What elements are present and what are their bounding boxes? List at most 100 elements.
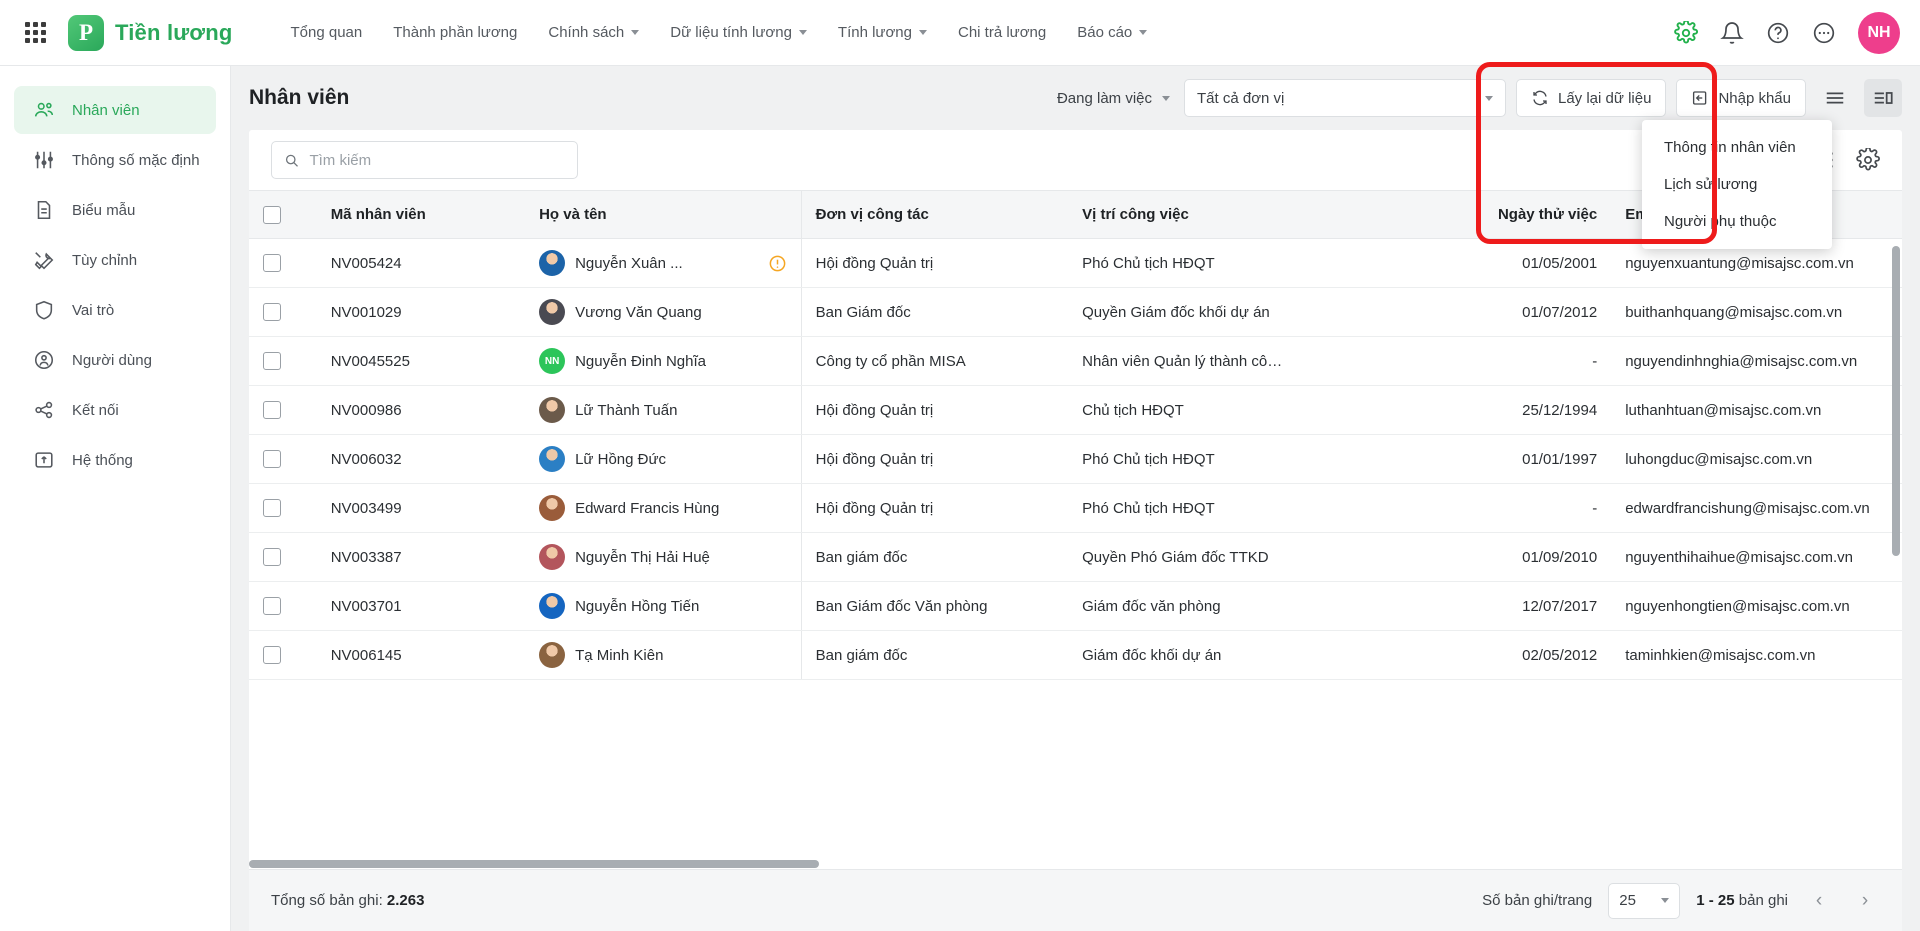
row-select-cell <box>249 287 317 337</box>
share-icon <box>32 398 56 422</box>
menu-item-lich-su-luong[interactable]: Lịch sử lương <box>1642 166 1832 203</box>
cell-unit: Hội đồng Quản trị <box>800 483 1069 533</box>
per-page-value: 25 <box>1619 892 1636 909</box>
cell-email: nguyendinhnghia@misajsc.com.vn <box>1611 336 1902 386</box>
help-icon[interactable] <box>1766 21 1790 45</box>
settings-icon[interactable] <box>1674 20 1698 45</box>
sidebar-item-label: Tùy chỉnh <box>72 251 138 269</box>
nav-item-chinh-sach[interactable]: Chính sách <box>534 16 653 49</box>
split-view-button[interactable] <box>1864 79 1902 117</box>
sidebar-item-nhan-vien[interactable]: Nhân viên <box>14 86 216 134</box>
menu-item-nguoi-phu-thuoc[interactable]: Người phụ thuộc <box>1642 203 1832 240</box>
table-settings-icon[interactable] <box>1856 148 1880 172</box>
sidebar-item-label: Vai trò <box>72 301 115 319</box>
table-row[interactable]: NV000986 Lữ Thành Tuấn Hội đồng Quản trị Ch… <box>249 385 1902 435</box>
main-content: Nhân viên Đang làm việc Tất cả đơn vị Lấ… <box>231 62 1920 931</box>
table-row[interactable]: NV006032 Lữ Hồng Đức Hội đồng Quản trị Phó … <box>249 434 1902 484</box>
unit-filter-select[interactable]: Tất cả đơn vị <box>1184 79 1506 117</box>
row-checkbox[interactable] <box>263 303 281 321</box>
row-checkbox[interactable] <box>263 548 281 566</box>
row-checkbox[interactable] <box>263 254 281 272</box>
record-range-value: 1 - 25 <box>1696 892 1735 909</box>
row-checkbox[interactable] <box>263 597 281 615</box>
table-row[interactable]: NV003701 Nguyễn Hồng Tiến Ban Giám đốc Văn… <box>249 581 1902 631</box>
total-records-value: 2.263 <box>386 892 425 909</box>
table-row[interactable]: NV003387 Nguyễn Thị Hải Huệ Ban giám đốc Qu… <box>249 532 1902 582</box>
menu-item-thong-tin-nhan-vien[interactable]: Thông tin nhân viên <box>1642 129 1832 166</box>
cell-unit: Hội đồng Quản trị <box>800 238 1069 288</box>
avatar <box>539 544 566 570</box>
per-page-select[interactable]: 25 <box>1608 882 1681 919</box>
nav-item-tinh-luong[interactable]: Tính lương <box>824 16 941 49</box>
split-view-icon <box>1874 92 1893 104</box>
app-grid-icon[interactable] <box>18 16 52 50</box>
cell-employee-name: Tạ Minh Kiên <box>525 630 802 680</box>
table-row[interactable]: NV001029 Vương Văn Quang Ban Giám đốc Quyền… <box>249 287 1902 337</box>
sidebar-item-bieu-mau[interactable]: Biểu mẫu <box>14 186 216 234</box>
vertical-scrollbar[interactable] <box>1892 246 1900 556</box>
shield-icon <box>32 298 56 322</box>
table-row[interactable]: NV006145 Tạ Minh Kiên Ban giám đốc Giám đốc… <box>249 630 1902 680</box>
cell-unit: Công ty cổ phần MISA <box>800 336 1069 386</box>
column-header-position[interactable]: Vị trí công việc <box>1068 190 1410 239</box>
status-filter-dropdown[interactable]: Đang làm việc <box>1053 84 1174 113</box>
cell-employee-name: Nguyễn Thị Hải Huệ <box>525 532 802 582</box>
nav-item-chi-tra-luong[interactable]: Chi trả lương <box>944 16 1060 49</box>
search-input[interactable] <box>309 151 565 169</box>
table-row[interactable]: NV0045525 NN Nguyễn Đinh Nghĩa Công ty cổ p… <box>249 336 1902 386</box>
employee-name-text: Lữ Thành Tuấn <box>575 401 678 419</box>
cell-employee-code: NV001029 <box>316 287 526 337</box>
avatar <box>539 299 566 325</box>
cell-employee-code: NV000986 <box>316 385 526 435</box>
brand-name: Tiền lương <box>115 19 233 45</box>
sidebar-item-he-thong[interactable]: Hệ thống <box>14 436 216 484</box>
warning-icon[interactable] <box>768 254 787 273</box>
row-checkbox[interactable] <box>263 646 281 664</box>
refresh-data-button[interactable]: Lấy lại dữ liệu <box>1516 79 1667 117</box>
next-page-button[interactable]: › <box>1850 886 1880 916</box>
chevron-down-icon <box>1661 898 1670 903</box>
cell-trial-date: 25/12/1994 <box>1409 385 1612 435</box>
row-checkbox[interactable] <box>263 450 281 468</box>
sidebar-item-thong-so-mac-dinh[interactable]: Thông số mặc định <box>14 136 216 184</box>
column-header-trial-date[interactable]: Ngày thử việc <box>1409 190 1612 239</box>
row-checkbox[interactable] <box>263 352 281 370</box>
brand-logo-link[interactable]: P Tiền lương <box>68 14 233 51</box>
table-scroll-area[interactable]: Mã nhân viên Họ và tên Đơn vị công tác V… <box>249 190 1902 869</box>
user-avatar[interactable]: NH <box>1858 11 1900 54</box>
bell-icon[interactable] <box>1720 21 1744 45</box>
sidebar-item-vai-tro[interactable]: Vai trò <box>14 286 216 334</box>
column-header-unit[interactable]: Đơn vị công tác <box>800 190 1069 239</box>
employee-name-text: Nguyễn Thị Hải Huệ <box>575 548 710 566</box>
nav-item-tong-quan[interactable]: Tổng quan <box>277 16 377 49</box>
table-row[interactable]: NV003499 Edward Francis Hùng Hội đồng Quản… <box>249 483 1902 533</box>
avatar: NN <box>539 348 566 374</box>
horizontal-scrollbar[interactable] <box>249 860 819 868</box>
cell-email: nguyenthihaihue@misajsc.com.vn <box>1611 532 1902 582</box>
cell-employee-code: NV005424 <box>316 238 526 288</box>
nav-label: Báo cáo <box>1077 24 1133 41</box>
cell-trial-date: 12/07/2017 <box>1409 581 1612 631</box>
sidebar-item-nguoi-dung[interactable]: Người dùng <box>14 336 216 384</box>
previous-page-button[interactable]: ‹ <box>1804 886 1834 916</box>
search-box[interactable] <box>271 141 578 179</box>
select-all-checkbox[interactable] <box>263 205 281 224</box>
record-range: 1 - 25 bản ghi <box>1696 892 1788 909</box>
people-icon <box>32 98 56 122</box>
row-checkbox[interactable] <box>263 401 281 419</box>
import-button[interactable]: Nhập khẩu <box>1676 79 1806 117</box>
nav-item-bao-cao[interactable]: Báo cáo <box>1063 16 1161 49</box>
more-icon[interactable] <box>1812 21 1836 45</box>
column-header-name[interactable]: Họ và tên <box>525 190 802 239</box>
sidebar-item-tuy-chinh[interactable]: Tùy chỉnh <box>14 236 216 284</box>
nav-item-du-lieu-tinh-luong[interactable]: Dữ liệu tính lương <box>656 16 821 49</box>
sidebar-item-ket-noi[interactable]: Kết nối <box>14 386 216 434</box>
list-view-button[interactable] <box>1816 79 1854 117</box>
row-checkbox[interactable] <box>263 499 281 517</box>
cell-trial-date: 02/05/2012 <box>1409 630 1612 680</box>
refresh-data-label: Lấy lại dữ liệu <box>1558 89 1652 107</box>
column-header-code[interactable]: Mã nhân viên <box>316 190 526 239</box>
nav-item-thanh-phan-luong[interactable]: Thành phần lương <box>379 16 531 49</box>
cell-employee-code: NV0045525 <box>316 336 526 386</box>
nav-label: Tính lương <box>837 24 912 41</box>
